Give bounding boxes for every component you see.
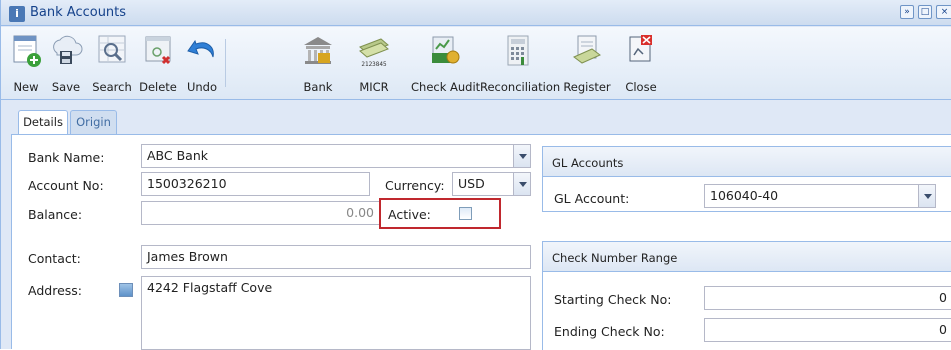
window-titlebar: i Bank Accounts » □ ×: [1, 0, 951, 26]
chevron-down-icon[interactable]: [513, 145, 530, 167]
collapse-icon[interactable]: »: [900, 5, 914, 19]
close-icon: [629, 35, 652, 62]
new-document-icon: [13, 35, 41, 67]
undo-icon: [187, 39, 214, 58]
reconciliation-button[interactable]: Reconciliation: [480, 31, 560, 97]
window-title: Bank Accounts: [30, 5, 127, 20]
check-number-range-panel: Check Number Range Starting Check No: 0 …: [542, 241, 951, 350]
currency-combobox[interactable]: USD: [452, 172, 531, 196]
active-checkbox[interactable]: [459, 207, 472, 220]
maximize-icon[interactable]: □: [918, 5, 932, 19]
ending-check-no-field[interactable]: 0: [704, 318, 951, 342]
starting-check-no-label: Starting Check No:: [554, 292, 672, 307]
active-label: Active:: [388, 207, 431, 222]
bank-button[interactable]: Bank: [299, 31, 337, 97]
new-button[interactable]: New: [9, 31, 43, 97]
balance-label: Balance:: [28, 207, 83, 222]
toolbar: New Save Search Delete Undo Bank 2123845…: [1, 27, 951, 100]
balance-field: 0.00: [141, 201, 380, 225]
undo-button[interactable]: Undo: [182, 31, 222, 97]
close-button[interactable]: Close: [623, 31, 659, 97]
cloud-save-icon: [53, 35, 83, 64]
search-button[interactable]: Search: [90, 31, 134, 97]
gl-account-combobox[interactable]: 106040-40: [704, 184, 936, 208]
address-textarea[interactable]: 4242 Flagstaff Cove: [141, 276, 531, 350]
starting-check-no-field[interactable]: 0: [704, 286, 951, 310]
account-no-field[interactable]: 1500326210: [141, 172, 370, 196]
search-icon: [98, 35, 126, 63]
check-audit-icon: [432, 36, 460, 64]
gl-account-label: GL Account:: [554, 191, 630, 206]
map-icon[interactable]: [119, 283, 133, 297]
contact-label: Contact:: [28, 251, 81, 266]
delete-icon: [145, 36, 171, 65]
micr-button[interactable]: 2123845 MICR: [352, 31, 396, 97]
tab-details[interactable]: Details: [18, 110, 68, 135]
register-icon: [573, 35, 601, 64]
details-tab-panel: Bank Name: ABC Bank Account No: 15003262…: [11, 134, 951, 350]
gl-account-value: 106040-40: [710, 188, 779, 203]
contact-field[interactable]: James Brown: [141, 245, 531, 269]
bank-name-value: ABC Bank: [147, 148, 209, 163]
currency-value: USD: [458, 176, 485, 191]
address-label: Address:: [28, 283, 82, 298]
chevron-down-icon[interactable]: [918, 185, 935, 207]
check-number-range-panel-title: Check Number Range: [543, 242, 951, 272]
reconciliation-icon: [507, 35, 529, 66]
save-button[interactable]: Save: [47, 31, 85, 97]
bank-name-combobox[interactable]: ABC Bank: [141, 144, 531, 168]
bank-name-label: Bank Name:: [28, 150, 105, 165]
info-icon: i: [9, 6, 25, 22]
gl-accounts-panel: GL Accounts GL Account: 106040-40: [542, 146, 951, 212]
micr-check-icon: 2123845: [359, 38, 389, 68]
account-no-label: Account No:: [28, 178, 104, 193]
svg-text:2123845: 2123845: [361, 61, 387, 68]
check-audit-button[interactable]: Check Audit: [411, 31, 480, 97]
chevron-down-icon[interactable]: [513, 173, 530, 195]
ending-check-no-label: Ending Check No:: [554, 324, 665, 339]
register-button[interactable]: Register: [561, 31, 613, 97]
bank-icon: [304, 37, 332, 64]
delete-button[interactable]: Delete: [136, 31, 180, 97]
tab-origin[interactable]: Origin: [70, 110, 117, 135]
bank-accounts-window: i Bank Accounts » □ × New Save Search De…: [0, 0, 951, 350]
gl-accounts-panel-title: GL Accounts: [543, 147, 951, 177]
toolbar-separator: [225, 39, 226, 87]
currency-label: Currency:: [385, 178, 445, 193]
close-window-icon[interactable]: ×: [936, 5, 951, 19]
